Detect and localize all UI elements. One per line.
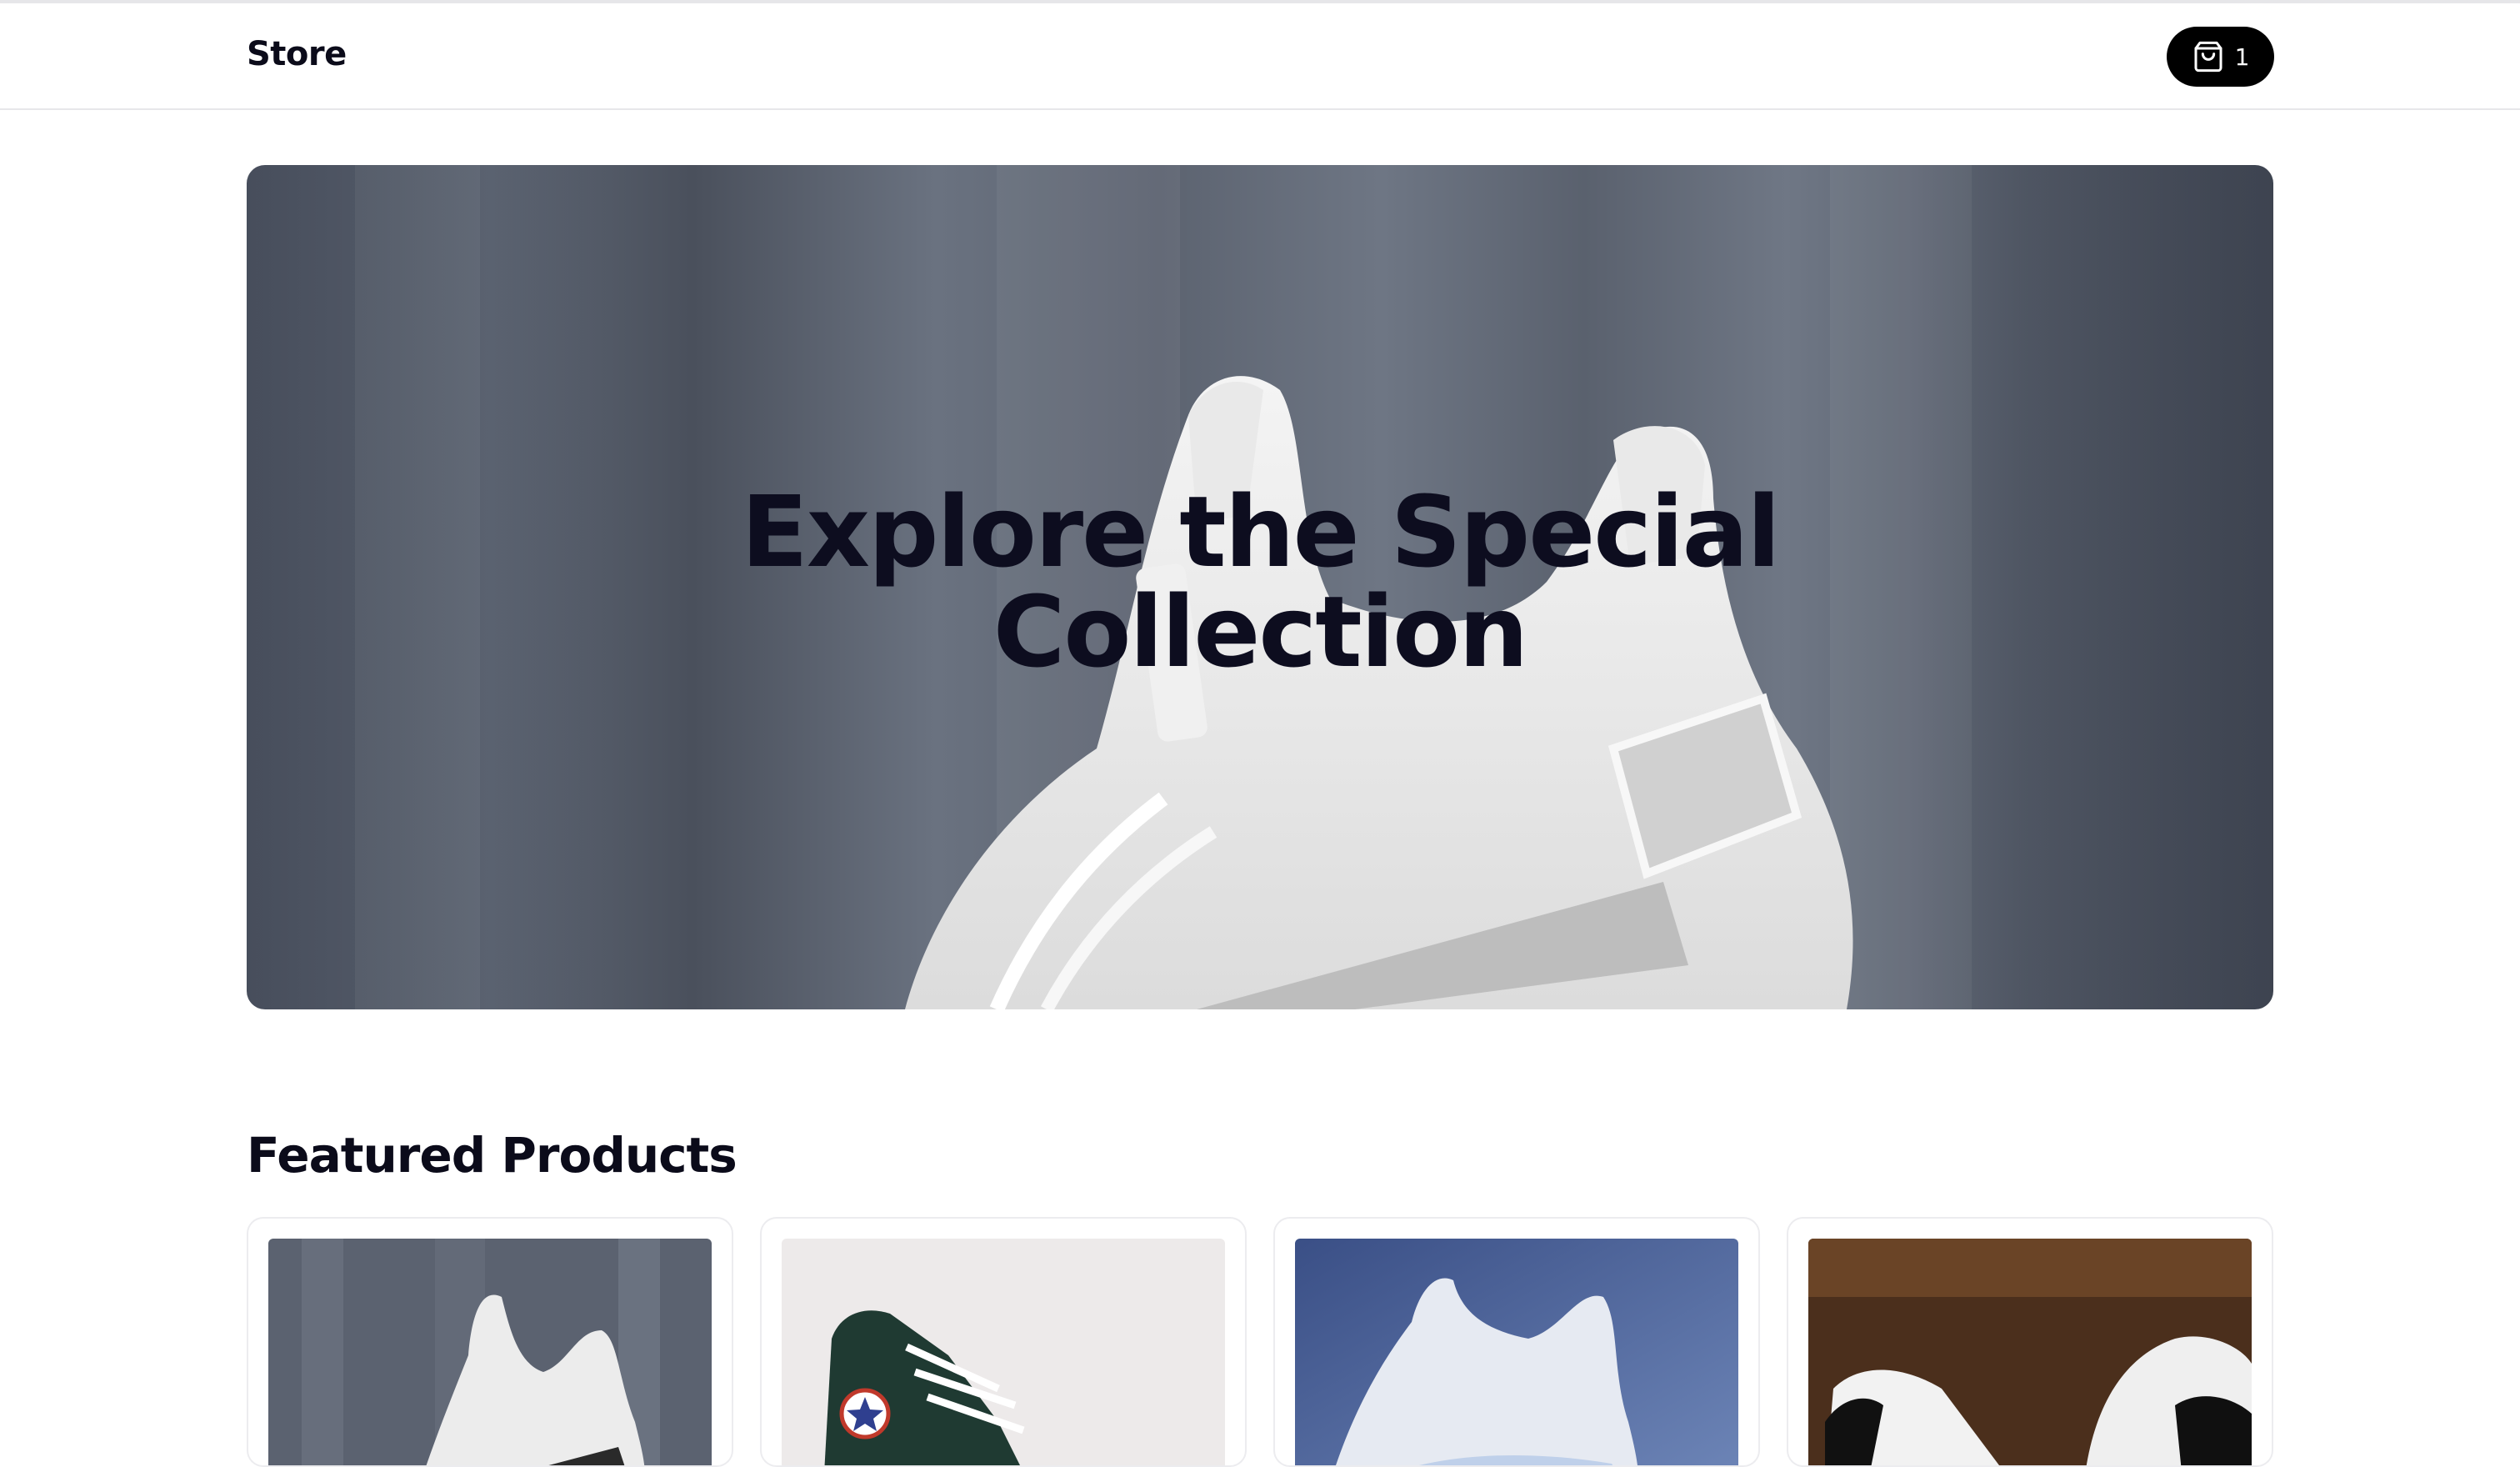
green-high-top-sneaker-image [782, 1239, 1225, 1465]
hero-title-line: Explore the Special [741, 474, 1780, 589]
featured-products-heading: Featured Products [247, 1127, 738, 1184]
cart-count: 1 [2234, 43, 2250, 71]
navbar: Store 1 [0, 3, 2520, 110]
product-card[interactable] [1787, 1217, 2273, 1467]
hero-title: Explore the Special Collection [247, 482, 2273, 682]
white-leather-sneaker-image [1808, 1239, 2252, 1465]
white-running-shoe-image [1295, 1239, 1738, 1465]
cart-button[interactable]: 1 [2167, 27, 2274, 87]
store-logo[interactable]: Store [247, 35, 347, 73]
product-card[interactable] [1273, 1217, 1760, 1467]
product-card[interactable] [760, 1217, 1247, 1467]
white-knit-sneaker-image [268, 1239, 712, 1465]
hero-banner: Explore the Special Collection [247, 165, 2273, 1009]
product-card[interactable] [247, 1217, 733, 1467]
hero-title-line: Collection [992, 574, 1528, 689]
shopping-bag-icon [2192, 40, 2225, 73]
